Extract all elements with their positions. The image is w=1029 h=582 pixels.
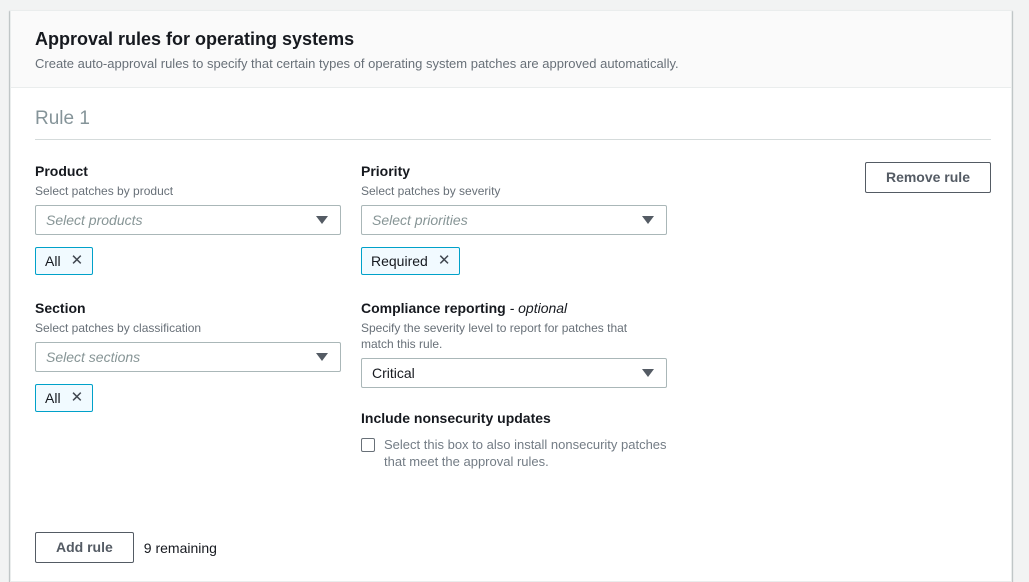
page-title: Approval rules for operating systems bbox=[35, 29, 987, 50]
chevron-down-icon bbox=[642, 216, 654, 224]
section-description: Select patches by classification bbox=[35, 320, 341, 336]
nonsecurity-field: Include nonsecurity updates Select this … bbox=[361, 410, 667, 470]
priority-field: Priority Select patches by severity Sele… bbox=[361, 162, 667, 275]
dismiss-icon[interactable]: ✕ bbox=[438, 253, 451, 268]
rule-row-1: Product Select patches by product Select… bbox=[35, 162, 991, 275]
section-token-all: All ✕ bbox=[35, 384, 93, 412]
chevron-down-icon bbox=[642, 369, 654, 377]
product-label: Product bbox=[35, 162, 341, 180]
token-label: Required bbox=[371, 253, 428, 269]
dismiss-icon[interactable]: ✕ bbox=[71, 253, 84, 268]
footer-row: Add rule 9 remaining bbox=[35, 532, 991, 563]
section-field: Section Select patches by classification… bbox=[35, 299, 341, 412]
priority-description: Select patches by severity bbox=[361, 183, 667, 199]
priority-label: Priority bbox=[361, 162, 667, 180]
remove-rule-button[interactable]: Remove rule bbox=[865, 162, 991, 193]
section-label: Section bbox=[35, 299, 341, 317]
chevron-down-icon bbox=[316, 353, 328, 361]
priority-select[interactable]: Select priorities bbox=[361, 205, 667, 235]
nonsecurity-label: Include nonsecurity updates bbox=[361, 410, 667, 426]
product-select[interactable]: Select products bbox=[35, 205, 341, 235]
product-token-all: All ✕ bbox=[35, 247, 93, 275]
product-select-placeholder: Select products bbox=[46, 212, 143, 228]
section-select-placeholder: Select sections bbox=[46, 349, 140, 365]
product-field: Product Select patches by product Select… bbox=[35, 162, 341, 275]
approval-rules-card: Approval rules for operating systems Cre… bbox=[10, 10, 1012, 582]
compliance-optional-suffix: - optional bbox=[510, 300, 568, 316]
product-description: Select patches by product bbox=[35, 183, 341, 199]
compliance-label-text: Compliance reporting bbox=[361, 300, 506, 316]
compliance-description: Specify the severity level to report for… bbox=[361, 320, 661, 352]
card-body: Rule 1 Product Select patches by product… bbox=[11, 88, 1011, 581]
dismiss-icon[interactable]: ✕ bbox=[71, 390, 84, 405]
token-label: All bbox=[45, 253, 61, 269]
section-select[interactable]: Select sections bbox=[35, 342, 341, 372]
compliance-field: Compliance reporting - optional Specify … bbox=[361, 299, 667, 470]
remove-rule-wrap: Remove rule bbox=[865, 162, 991, 193]
rule-title: Rule 1 bbox=[35, 108, 991, 139]
add-rule-button[interactable]: Add rule bbox=[35, 532, 134, 563]
rules-remaining-count: 9 remaining bbox=[144, 540, 217, 556]
card-header: Approval rules for operating systems Cre… bbox=[11, 11, 1011, 88]
token-label: All bbox=[45, 390, 61, 406]
priority-token-required: Required ✕ bbox=[361, 247, 460, 275]
rule-divider bbox=[35, 139, 991, 140]
compliance-label: Compliance reporting - optional bbox=[361, 299, 667, 317]
compliance-select[interactable]: Critical bbox=[361, 358, 667, 388]
nonsecurity-checkbox-row: Select this box to also install nonsecur… bbox=[361, 436, 667, 470]
priority-select-placeholder: Select priorities bbox=[372, 212, 468, 228]
rule-row-2: Section Select patches by classification… bbox=[35, 299, 991, 470]
nonsecurity-checkbox[interactable] bbox=[361, 438, 375, 452]
chevron-down-icon bbox=[316, 216, 328, 224]
nonsecurity-checkbox-description: Select this box to also install nonsecur… bbox=[384, 436, 667, 470]
compliance-select-value: Critical bbox=[372, 365, 415, 381]
page-description: Create auto-approval rules to specify th… bbox=[35, 56, 987, 71]
